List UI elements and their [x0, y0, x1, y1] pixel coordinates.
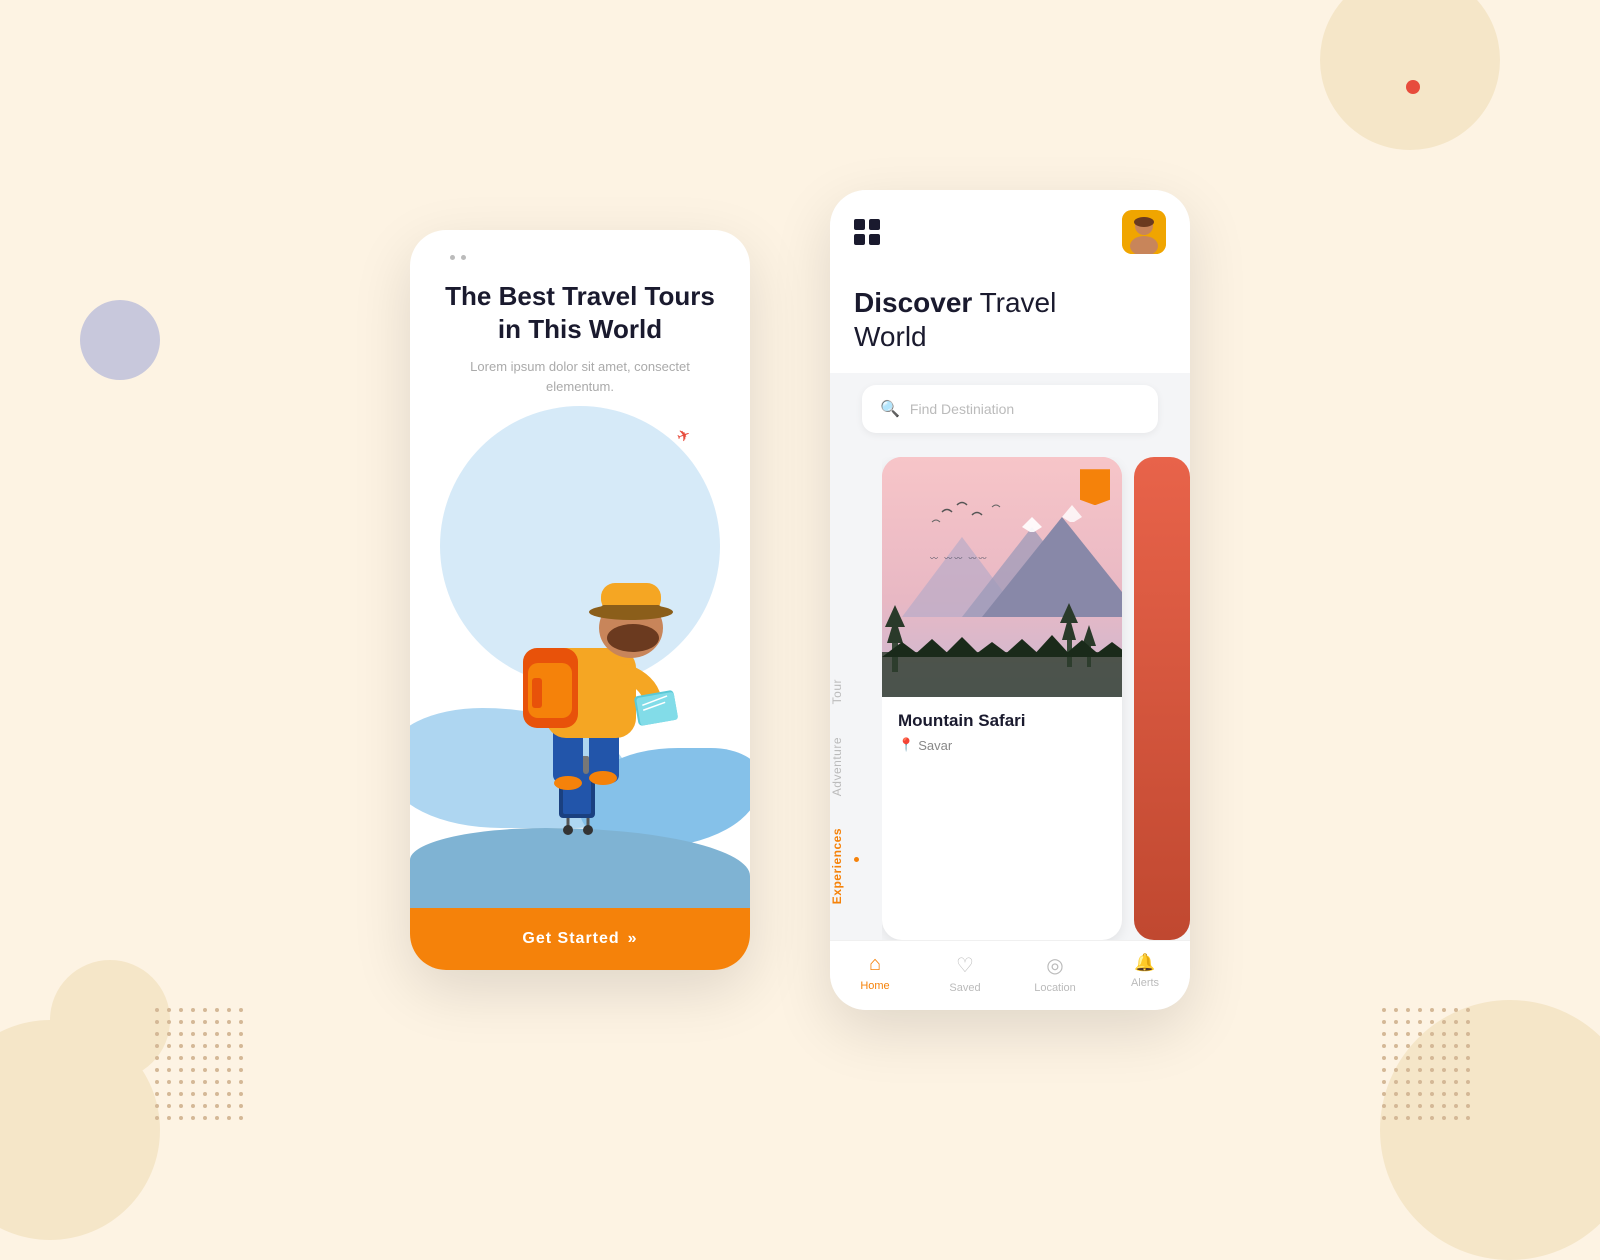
home-icon: ⌂ — [869, 953, 881, 976]
nav-saved[interactable]: ♡ Saved — [920, 953, 1010, 994]
tab-tour[interactable]: Tour — [830, 663, 882, 720]
search-bar[interactable]: 🔍 Find Destiniation — [862, 385, 1158, 433]
card-title: Mountain Safari — [898, 711, 1106, 731]
grid-cell-4 — [869, 234, 880, 245]
tab-experiences[interactable]: Experiences — [830, 812, 882, 920]
onboarding-subtitle: Lorem ipsum dolor sit amet, consectet el… — [440, 357, 720, 396]
search-placeholder: Find Destiniation — [910, 401, 1140, 417]
grid-cell-3 — [854, 234, 865, 245]
get-started-arrows: » — [628, 930, 638, 948]
cards-area: 〰 〰〰 〰〰 — [882, 457, 1190, 940]
search-icon: 🔍 — [880, 399, 900, 419]
search-section: 🔍 Find Destiniation — [830, 373, 1190, 445]
bottom-navigation: ⌂ Home ♡ Saved ◎ Location 🔔 Alerts — [830, 940, 1190, 1010]
bookmark-icon[interactable] — [1080, 469, 1110, 505]
nav-location[interactable]: ◎ Location — [1010, 953, 1100, 994]
phone-onboarding: The Best Travel Tours in This World Lore… — [410, 230, 750, 970]
location-name: Savar — [918, 738, 952, 753]
phone1-header: The Best Travel Tours in This World Lore… — [410, 230, 750, 396]
indicator-dots — [450, 255, 466, 260]
phone-main-app: Discover TravelWorld 🔍 Find Destiniation… — [830, 190, 1190, 1010]
grid-cell-1 — [854, 219, 865, 230]
content-area: Tour Adventure Experiences 〰 〰〰 〰〰 — [830, 457, 1190, 940]
destination-card-2-preview[interactable] — [1134, 457, 1190, 940]
grid-cell-2 — [869, 219, 880, 230]
alerts-icon: 🔔 — [1134, 953, 1155, 973]
title-section: Discover TravelWorld — [830, 270, 1190, 373]
card-location: 📍 Savar — [898, 737, 1106, 753]
location-icon: ◎ — [1046, 953, 1063, 978]
card-info: Mountain Safari 📍 Savar — [882, 697, 1122, 769]
tab-active-dot — [854, 857, 859, 862]
menu-icon[interactable] — [854, 219, 880, 245]
destination-card-1[interactable]: 〰 〰〰 〰〰 — [882, 457, 1122, 940]
onboarding-title: The Best Travel Tours in This World — [440, 280, 720, 345]
nav-alerts-label: Alerts — [1131, 977, 1159, 989]
app-header — [830, 190, 1190, 270]
birds-decoration: 〰 〰〰 〰〰 — [930, 553, 988, 564]
discover-title: Discover TravelWorld — [854, 286, 1166, 353]
tab-adventure[interactable]: Adventure — [830, 721, 882, 812]
phones-wrapper: The Best Travel Tours in This World Lore… — [0, 0, 1600, 1200]
mountain-background: 〰 〰〰 〰〰 — [882, 457, 1122, 697]
get-started-label: Get Started — [522, 930, 619, 948]
saved-icon: ♡ — [956, 953, 974, 978]
nav-home-label: Home — [860, 980, 889, 992]
discover-bold: Discover — [854, 287, 972, 318]
dot-1 — [450, 255, 455, 260]
nav-home[interactable]: ⌂ Home — [830, 953, 920, 994]
nav-saved-label: Saved — [949, 982, 980, 994]
illustration-area: ✈ — [410, 396, 750, 908]
nav-location-label: Location — [1034, 982, 1076, 994]
user-avatar[interactable] — [1122, 210, 1166, 254]
get-started-button[interactable]: Get Started » — [410, 908, 750, 970]
dot-2 — [461, 255, 466, 260]
card-image-1: 〰 〰〰 〰〰 — [882, 457, 1122, 697]
location-pin-icon: 📍 — [898, 737, 914, 753]
traveler-figure — [481, 528, 701, 848]
side-tabs: Tour Adventure Experiences — [830, 457, 882, 940]
nav-alerts[interactable]: 🔔 Alerts — [1100, 953, 1190, 994]
